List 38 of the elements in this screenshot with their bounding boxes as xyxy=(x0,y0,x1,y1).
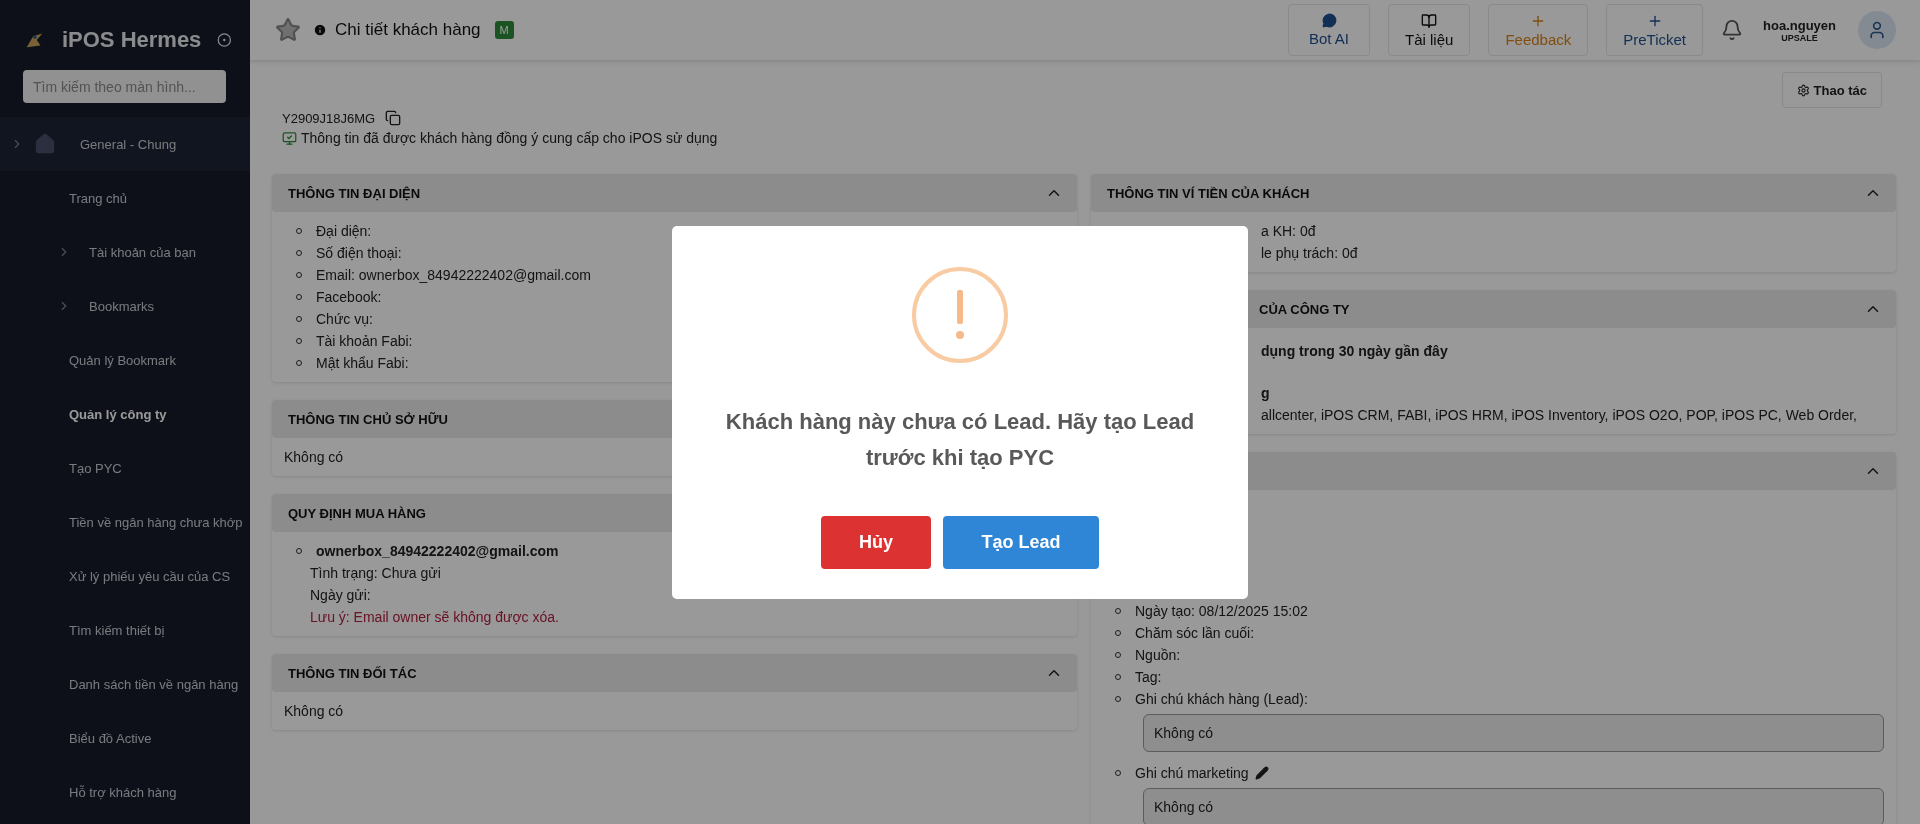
info-heading: dụng trong 30 ngày gần đây xyxy=(1261,342,1448,362)
info-text: Tag: xyxy=(1135,668,1162,688)
info-text: allcenter, iPOS CRM, FABI, iPOS HRM, iPOS Inventory, iPOS O2O, POP, iPOS PC, Web Order, xyxy=(1261,406,1857,426)
info-text: Tài khoản Fabi: xyxy=(316,332,413,352)
user-role: UPSALE xyxy=(1781,32,1818,43)
brand-name: iPOS Hermes xyxy=(61,27,202,53)
info-text: Facebook: xyxy=(316,288,382,308)
warning-text: Lưu ý: Email owner sẽ không được xóa. xyxy=(310,608,559,628)
customer-id: Y2909J18J6MG xyxy=(282,110,376,126)
info-text: Ghi chú khách hàng (Lead): xyxy=(1135,690,1308,710)
info-text: Chăm sóc lần cuối: xyxy=(1135,624,1255,644)
section-title: THÔNG TIN ĐỐI TÁC xyxy=(288,665,417,681)
info-text: Nguồn: xyxy=(1135,646,1181,666)
section-title: THÔNG TIN VÍ TIỀN CỦA KHÁCH xyxy=(1107,185,1310,201)
info-heading: g xyxy=(1261,384,1270,404)
page-title: Chi tiết khách hàng xyxy=(335,20,481,41)
section-title: THÔNG TIN CHỦ SỞ HỮU xyxy=(288,411,448,427)
user-name: hoa.nguyen xyxy=(1763,17,1836,33)
info-text: Không có xyxy=(284,702,344,722)
info-text: Không có xyxy=(284,448,344,468)
info-text: Email: ownerbox_84942222402@gmail.com xyxy=(316,266,591,286)
info-text: Số điện thoại: xyxy=(316,244,402,264)
info-text: Đại diện: xyxy=(316,222,372,242)
email-text: ownerbox_84942222402@gmail.com xyxy=(316,542,559,562)
section-title: QUY ĐỊNH MUA HÀNG xyxy=(288,505,426,521)
info-text: a KH: 0đ xyxy=(1261,222,1316,242)
info-text: Mật khẩu Fabi: xyxy=(316,354,409,374)
section-title: THÔNG TIN ĐẠI DIỆN xyxy=(288,185,421,201)
mode-badge: M xyxy=(494,21,514,40)
info-text: Tình trạng: Chưa gửi xyxy=(310,564,441,584)
dialog-message: Khách hàng này chưa có Lead. Hãy tạo Lead trước khi tạo PYC xyxy=(724,407,1196,472)
info-text: Ngày tạo: 08/12/2025 15:02 xyxy=(1135,602,1308,622)
info-text: le phụ trách: 0đ xyxy=(1261,244,1358,264)
info-text: Ngày gửi: xyxy=(310,586,371,606)
section-title: CỦA CÔNG TY xyxy=(1259,301,1350,317)
info-text: Chức vụ: xyxy=(316,310,373,330)
info-text: Ghi chú marketing xyxy=(1135,764,1249,784)
consent-text: Thông tin đã được khách hàng đồng ý cung cấp cho iPOS sử dụng xyxy=(301,130,718,147)
